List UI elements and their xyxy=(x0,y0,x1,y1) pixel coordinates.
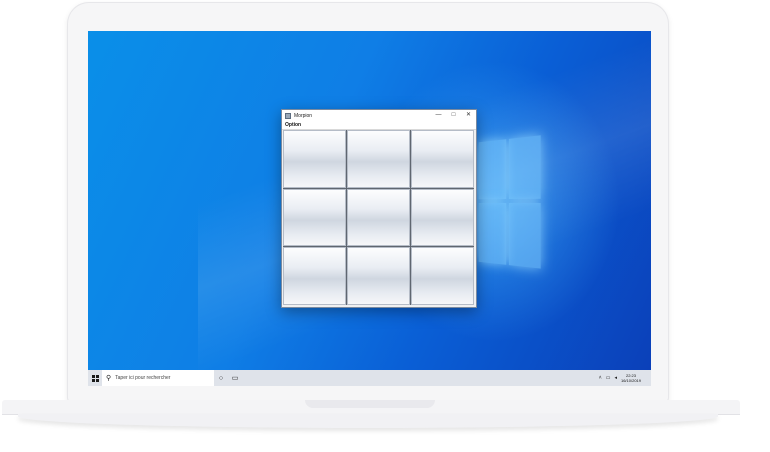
task-view-icon[interactable]: ▭ xyxy=(228,374,242,382)
taskbar-search-box[interactable]: ⚲ Taper ici pour rechercher xyxy=(102,370,214,386)
taskbar: ⚲ Taper ici pour rechercher ○ ▭ ˄ ▭ ◂ 22… xyxy=(88,370,651,386)
board-cell-2[interactable] xyxy=(347,130,410,188)
board-cell-7[interactable] xyxy=(283,247,346,305)
board-cell-9[interactable] xyxy=(411,247,474,305)
menu-bar: Option xyxy=(282,121,476,130)
tray-expand-icon[interactable]: ˄ xyxy=(599,375,602,381)
board-cell-4[interactable] xyxy=(283,188,346,247)
board-cell-3[interactable] xyxy=(411,130,474,188)
start-button[interactable] xyxy=(88,370,102,386)
title-bar[interactable]: Morpion — □ ✕ xyxy=(282,110,476,121)
board-cell-1[interactable] xyxy=(283,130,346,188)
board-cell-5[interactable] xyxy=(347,188,410,247)
close-button[interactable]: ✕ xyxy=(461,110,476,121)
menu-option[interactable]: Option xyxy=(285,122,301,128)
app-icon xyxy=(285,112,291,119)
taskbar-clock[interactable]: 22:23 16/10/2019 xyxy=(621,373,641,383)
search-placeholder: Taper ici pour rechercher xyxy=(115,375,171,381)
maximize-button[interactable]: □ xyxy=(446,110,461,121)
windows-logo-wallpaper xyxy=(478,135,541,270)
laptop-hinge-notch xyxy=(305,400,435,408)
system-tray: ˄ ▭ ◂ xyxy=(599,375,621,381)
window-title: Morpion xyxy=(294,112,313,119)
windows-start-icon xyxy=(91,374,99,382)
clock-date: 16/10/2019 xyxy=(620,378,641,383)
minimize-button[interactable]: — xyxy=(431,110,446,121)
desktop-screen: Morpion — □ ✕ Option ⚲ Taper ici pour re… xyxy=(88,31,651,386)
morpion-window: Morpion — □ ✕ Option xyxy=(281,109,477,308)
search-icon: ⚲ xyxy=(106,375,112,382)
board-cell-8[interactable] xyxy=(347,247,410,305)
board-cell-6[interactable] xyxy=(411,188,474,247)
cortana-icon[interactable]: ○ xyxy=(214,375,228,382)
game-board xyxy=(283,130,474,305)
laptop-base xyxy=(0,400,770,430)
volume-icon[interactable]: ◂ xyxy=(614,375,617,381)
network-icon[interactable]: ▭ xyxy=(606,375,611,381)
